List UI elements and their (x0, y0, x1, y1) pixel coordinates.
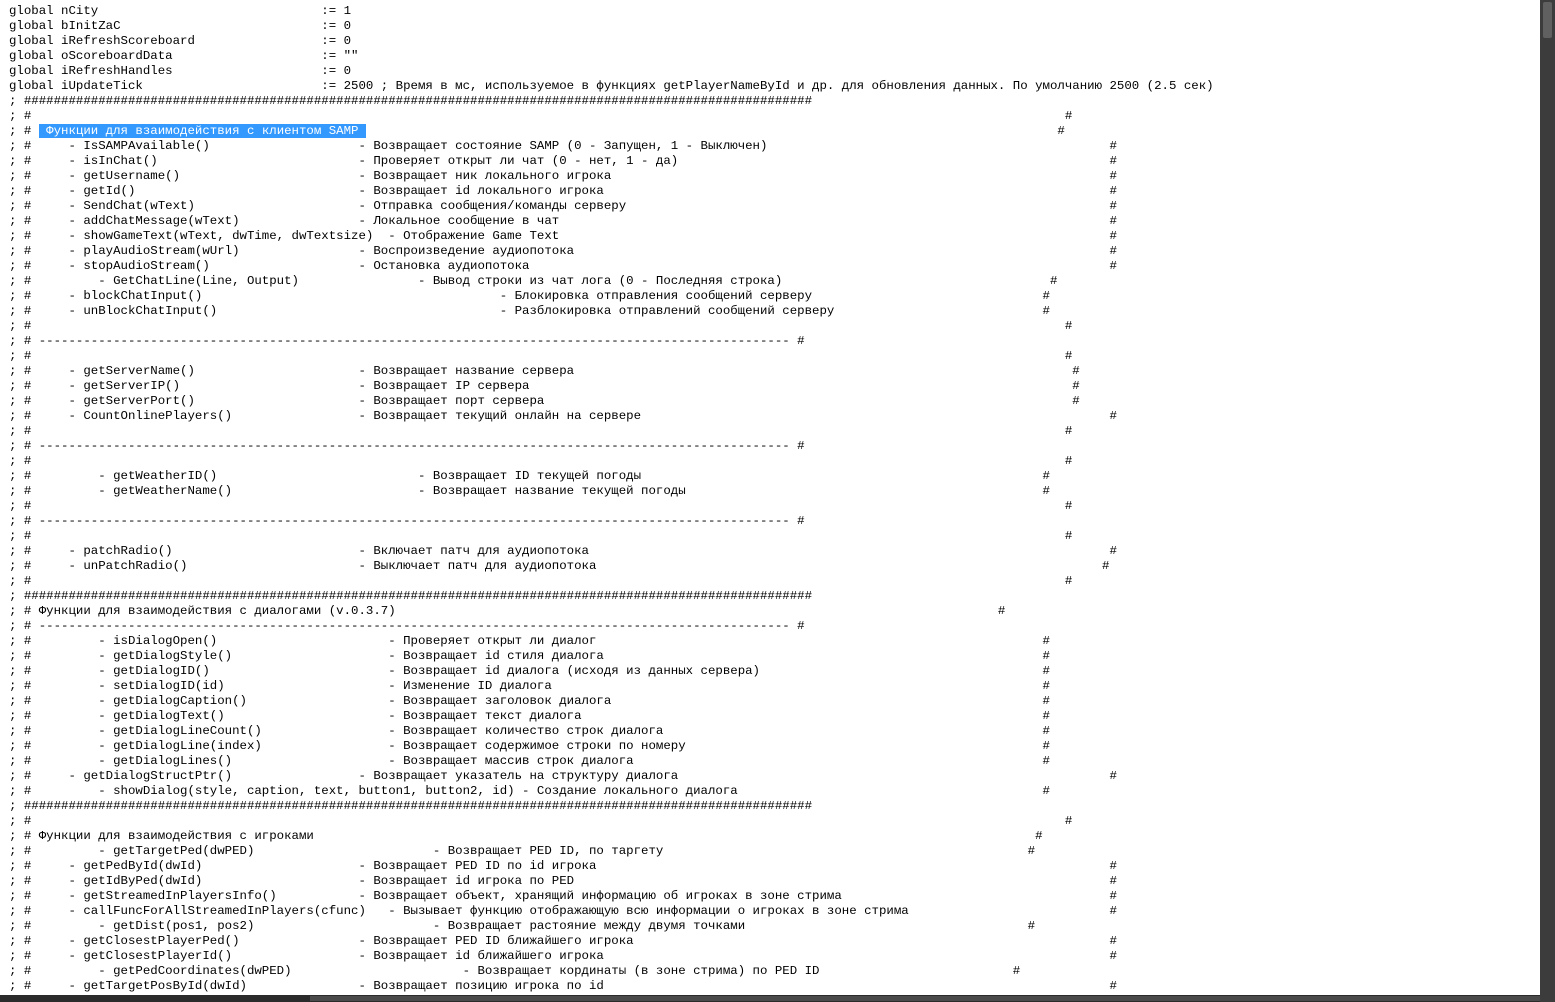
code-line[interactable]: ; # - stopAudioStream() - Остановка ауди… (9, 259, 1214, 274)
code-line[interactable]: ; # - playAudioStream(wUrl) - Воспроизве… (9, 244, 1214, 259)
code-line[interactable]: ; # - getUsername() - Возвращает ник лок… (9, 169, 1214, 184)
horizontal-scrollbar[interactable] (0, 995, 1540, 1002)
code-line[interactable]: ; # - blockChatInput() - Блокировка отпр… (9, 289, 1214, 304)
code-line[interactable]: global iUpdateTick := 2500 ; Время в мс,… (9, 79, 1214, 94)
code-line[interactable]: ; # - getDialogLineCount() - Возвращает … (9, 724, 1214, 739)
code-line[interactable]: ; # - getId() - Возвращает id локального… (9, 184, 1214, 199)
code-line[interactable]: ; # - CountOnlinePlayers() - Возвращает … (9, 409, 1214, 424)
code-line[interactable]: ; # - patchRadio() - Включает патч для а… (9, 544, 1214, 559)
code-line[interactable]: global bInitZaC := 0 (9, 19, 1214, 34)
code-line[interactable]: ; ######################################… (9, 799, 1214, 814)
code-text[interactable]: global nCity := 1 global bInitZaC := 0 glo… (9, 4, 1214, 994)
code-line[interactable]: ; # - getIdByPed(dwId) - Возвращает id и… (9, 874, 1214, 889)
code-line[interactable]: ; # - unPatchRadio() - Выключает патч дл… (9, 559, 1214, 574)
code-line[interactable]: ; # - getStreamedInPlayersInfo() - Возвр… (9, 889, 1214, 904)
code-line[interactable]: global iRefreshHandles := 0 (9, 64, 1214, 79)
code-text-segment: # (365, 124, 1065, 138)
code-line[interactable]: ; # - showGameText(wText, dwTime, dwText… (9, 229, 1214, 244)
code-line[interactable]: global iRefreshScoreboard := 0 (9, 34, 1214, 49)
code-line[interactable]: ; # - getDialogCaption() - Возвращает за… (9, 694, 1214, 709)
code-line[interactable]: ; # - callFuncForAllStreamedInPlayers(cf… (9, 904, 1214, 919)
code-line[interactable]: ; # - getTargetPed(dwPED) - Возвращает P… (9, 844, 1214, 859)
code-line[interactable]: ; # ------------------------------------… (9, 619, 1214, 634)
code-line[interactable]: ; # - getServerName() - Возвращает назва… (9, 364, 1214, 379)
code-line[interactable]: ; # - getPedCoordinates(dwPED) - Возвращ… (9, 964, 1214, 979)
code-line[interactable]: ; # # (9, 349, 1214, 364)
code-line[interactable]: global oScoreboardData := "" (9, 49, 1214, 64)
code-line[interactable]: ; # Функции для взаимодействия с диалога… (9, 604, 1214, 619)
code-line[interactable]: ; # - SendChat(wText) - Отправка сообщен… (9, 199, 1214, 214)
code-line[interactable]: ; # - getDialogLines() - Возвращает масс… (9, 754, 1214, 769)
code-line[interactable]: ; # - getDialogID() - Возвращает id диал… (9, 664, 1214, 679)
code-line[interactable]: ; # - getServerPort() - Возвращает порт … (9, 394, 1214, 409)
code-text-segment: ; # (9, 124, 39, 138)
code-line[interactable]: ; # ------------------------------------… (9, 439, 1214, 454)
code-line[interactable]: ; # - setDialogID(id) - Изменение ID диа… (9, 679, 1214, 694)
code-line[interactable]: ; # - getDist(pos1, pos2) - Возвращает р… (9, 919, 1214, 934)
code-line[interactable]: ; # # (9, 574, 1214, 589)
vertical-scrollbar-thumb[interactable] (1543, 2, 1552, 38)
horizontal-scrollbar-thumb[interactable] (310, 996, 1540, 1001)
code-line[interactable]: ; # - addChatMessage(wText) - Локальное … (9, 214, 1214, 229)
code-line[interactable]: ; # - getTargetPosById(dwId) - Возвращае… (9, 979, 1214, 994)
code-line[interactable]: global nCity := 1 (9, 4, 1214, 19)
code-line[interactable]: ; # - unBlockChatInput() - Разблокировка… (9, 304, 1214, 319)
code-line[interactable]: ; # - GetChatLine(Line, Output) - Вывод … (9, 274, 1214, 289)
code-line[interactable]: ; # - getDialogText() - Возвращает текст… (9, 709, 1214, 724)
code-line[interactable]: ; # - isInChat() - Проверяет открыт ли ч… (9, 154, 1214, 169)
selected-text[interactable]: Функции для взаимодействия с клиентом SA… (38, 124, 366, 138)
code-line[interactable]: ; # - IsSAMPAvailable() - Возвращает сос… (9, 139, 1214, 154)
code-line[interactable]: ; # # (9, 319, 1214, 334)
code-line[interactable]: ; ######################################… (9, 94, 1214, 109)
code-line[interactable]: ; # # (9, 499, 1214, 514)
code-line[interactable]: ; # - showDialog(style, caption, text, b… (9, 784, 1214, 799)
code-line[interactable]: ; # # (9, 814, 1214, 829)
code-line[interactable]: ; # - isDialogOpen() - Проверяет открыт … (9, 634, 1214, 649)
code-line[interactable]: ; # - getPedById(dwId) - Возвращает PED … (9, 859, 1214, 874)
code-line[interactable]: ; # ------------------------------------… (9, 334, 1214, 349)
code-line[interactable]: ; # - getServerIP() - Возвращает IP серв… (9, 379, 1214, 394)
code-editor[interactable]: global nCity := 1 global bInitZaC := 0 glo… (0, 0, 1540, 995)
code-line[interactable]: ; # # (9, 424, 1214, 439)
code-line[interactable]: ; # - getDialogStructPtr() - Возвращает … (9, 769, 1214, 784)
code-line[interactable]: ; # Функции для взаимодействия с клиенто… (9, 124, 1214, 139)
code-line[interactable]: ; # ------------------------------------… (9, 514, 1214, 529)
code-line[interactable]: ; # # (9, 109, 1214, 124)
code-line[interactable]: ; # - getClosestPlayerPed() - Возвращает… (9, 934, 1214, 949)
code-line[interactable]: ; # - getWeatherID() - Возвращает ID тек… (9, 469, 1214, 484)
vertical-scrollbar[interactable] (1540, 0, 1555, 1002)
code-line[interactable]: ; # - getDialogLine(index) - Возвращает … (9, 739, 1214, 754)
code-line[interactable]: ; # # (9, 529, 1214, 544)
code-line[interactable]: ; # - getWeatherName() - Возвращает назв… (9, 484, 1214, 499)
code-line[interactable]: ; ######################################… (9, 589, 1214, 604)
code-line[interactable]: ; # - getDialogStyle() - Возвращает id с… (9, 649, 1214, 664)
code-line[interactable]: ; # - getClosestPlayerId() - Возвращает … (9, 949, 1214, 964)
code-line[interactable]: ; # Функции для взаимодействия с игрокам… (9, 829, 1214, 844)
code-line[interactable]: ; # # (9, 454, 1214, 469)
